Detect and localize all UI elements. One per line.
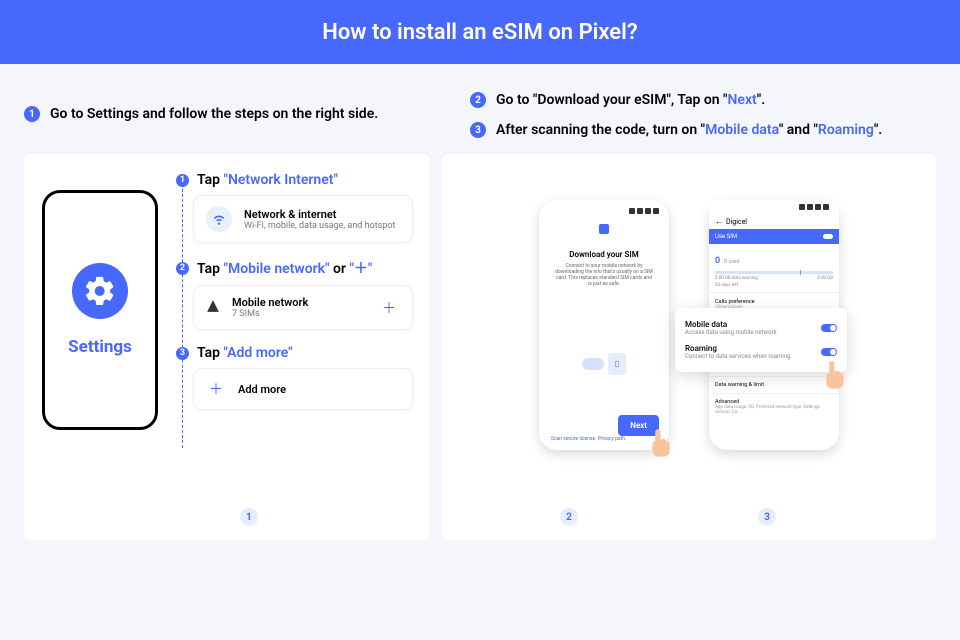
badge-3: 3 — [470, 122, 486, 138]
top-instructions: 1 Go to Settings and follow the steps on… — [0, 64, 960, 154]
shield-icon — [599, 224, 609, 234]
add-more-label: Add more — [238, 383, 286, 396]
settings-phone-mock: Settings — [42, 190, 158, 430]
instruction-2: 2 Go to "Download your eSIM", Tap on "Ne… — [470, 92, 936, 108]
bottom-rows: Data warning & limit Advanced App data u… — [709, 376, 839, 420]
next-button[interactable]: Next — [618, 415, 659, 436]
usage-bar — [715, 271, 833, 274]
substep-3: 3 Tap "Add more" ＋ Add more — [176, 345, 412, 409]
panel-2-3: Download your SIM Connect to your mobile… — [442, 154, 936, 540]
plus-icon: ＋ — [206, 379, 226, 399]
badge-1: 1 — [24, 106, 40, 122]
sub-badge-2: 2 — [176, 262, 189, 275]
sub-steps: 1 Tap "Network Internet" Network & inter… — [176, 172, 412, 522]
data-warning-row[interactable]: Data warning & limit — [709, 376, 839, 393]
panel-footer-2: 2 — [560, 508, 578, 526]
sub-badge-3: 3 — [176, 347, 189, 360]
download-footer: Scan secure license. Privacy path. — [545, 436, 663, 442]
statusbar — [545, 208, 663, 218]
settings-label: Settings — [68, 337, 132, 357]
wifi-icon — [206, 206, 232, 232]
network-internet-row[interactable]: Network & internet Wi-Fi, mobile, data u… — [194, 196, 412, 242]
toggle-on-icon — [821, 348, 837, 356]
mobile-network-row[interactable]: Mobile network 7 SIMs ＋ — [194, 286, 412, 329]
add-more-row[interactable]: ＋ Add more — [194, 369, 412, 409]
cloud-icon — [582, 358, 604, 370]
usage-limits: 2.00 GB data warning 2.00 GB — [709, 274, 839, 281]
badge-2: 2 — [470, 92, 486, 108]
instruction-2-text: Go to "Download your eSIM", Tap on "Next… — [496, 92, 765, 108]
plus-icon[interactable]: ＋ — [382, 298, 400, 318]
instruction-3-text: After scanning the code, turn on "Mobile… — [496, 122, 882, 138]
download-sim-phone: Download your SIM Connect to your mobile… — [539, 200, 669, 450]
statusbar — [715, 204, 833, 214]
panels: Settings 1 Tap "Network Internet" Networ… — [0, 154, 960, 564]
sub-badge-1: 1 — [176, 174, 189, 187]
signal-icon — [206, 298, 220, 317]
network-sub: Wi-Fi, mobile, data usage, and hotspot — [244, 221, 395, 231]
panel-footer-1: 1 — [240, 508, 258, 526]
instruction-1-text: Go to Settings and follow the steps on t… — [50, 106, 378, 122]
data-usage: 0 B used — [709, 244, 839, 271]
use-sim-row[interactable]: Use SIM — [709, 229, 839, 244]
download-desc: Connect to your mobile network by downlo… — [545, 259, 663, 291]
sim-icon: ▯ — [608, 353, 626, 375]
gear-icon — [72, 263, 128, 319]
page-title: How to install an eSIM on Pixel? — [322, 20, 637, 45]
mobile-data-toggle[interactable]: Mobile data Access data using mobile net… — [685, 316, 837, 340]
substep-1: 1 Tap "Network Internet" Network & inter… — [176, 172, 412, 242]
panel-1: Settings 1 Tap "Network Internet" Networ… — [24, 154, 430, 540]
substep-2: 2 Tap "Mobile network" or "＋" Mobile net… — [176, 258, 412, 329]
network-title: Network & internet — [244, 208, 395, 221]
toggle-on-icon — [823, 234, 833, 239]
advanced-row[interactable]: Advanced App data usage, 5G, Preferred n… — [709, 393, 839, 420]
panel-footer-3: 3 — [758, 508, 776, 526]
data-settings-phone: Digicel Use SIM 0 B used 2.00 GB data wa… — [709, 200, 839, 450]
carrier-title: Digicel — [715, 214, 833, 229]
toggles-card: Mobile data Access data using mobile net… — [675, 308, 847, 372]
mobile-title: Mobile network — [232, 296, 308, 309]
mobile-sub: 7 SIMs — [232, 309, 308, 319]
download-title: Download your SIM — [545, 250, 663, 259]
page-header: How to install an eSIM on Pixel? — [0, 0, 960, 64]
roaming-toggle[interactable]: Roaming Connect to data services when ro… — [685, 340, 837, 364]
instruction-1: 1 Go to Settings and follow the steps on… — [24, 92, 430, 138]
instruction-3: 3 After scanning the code, turn on "Mobi… — [470, 122, 936, 138]
toggle-on-icon — [821, 324, 837, 332]
instructions-right: 2 Go to "Download your eSIM", Tap on "Ne… — [470, 92, 936, 138]
